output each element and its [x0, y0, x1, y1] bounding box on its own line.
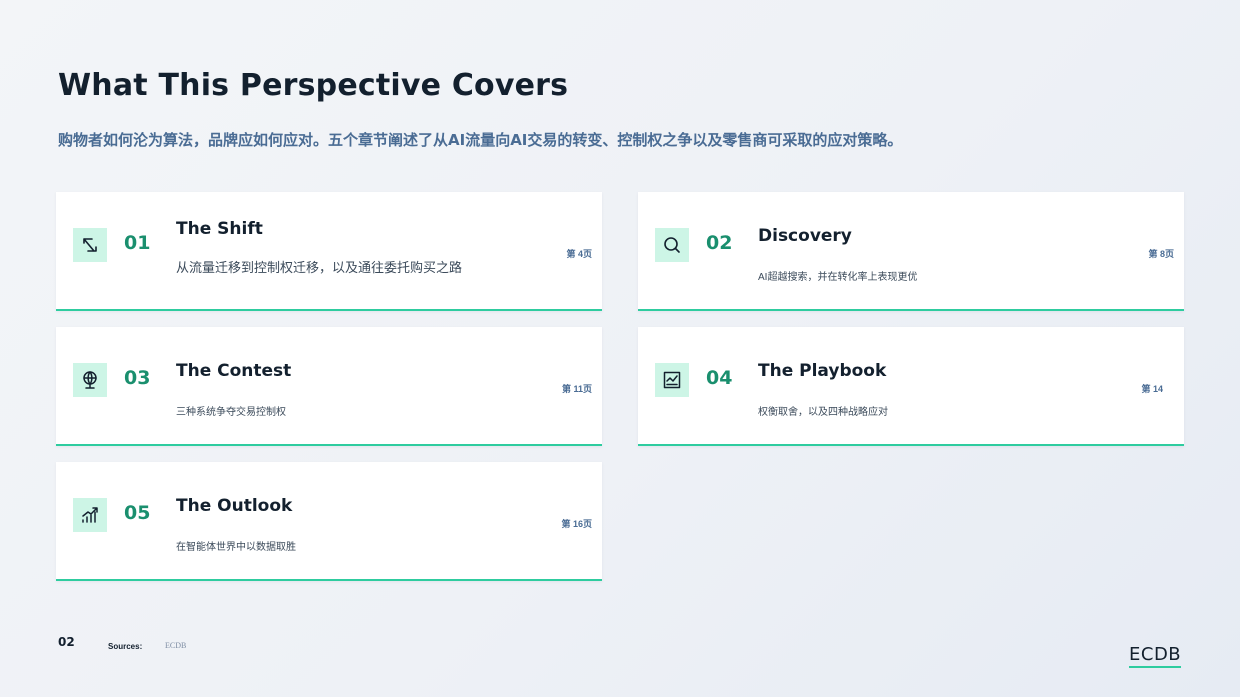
chart-icon [655, 363, 689, 397]
arrows-icon [73, 228, 107, 262]
section-number: 01 [124, 232, 151, 254]
search-icon [655, 228, 689, 262]
growth-icon [73, 498, 107, 532]
section-number: 03 [124, 367, 151, 389]
page-title: What This Perspective Covers [58, 68, 569, 103]
globe-icon [73, 363, 107, 397]
section-page-ref: 第 16页 [561, 519, 592, 529]
section-page-ref: 第 8页 [1148, 249, 1174, 259]
section-number: 04 [706, 367, 733, 389]
section-page-ref: 第 11页 [561, 384, 592, 394]
section-title: The Contest [176, 361, 292, 381]
section-title: The Playbook [758, 361, 887, 381]
ecdb-logo: ECDB [1129, 645, 1182, 668]
section-page-ref: 第 4页 [566, 249, 592, 259]
sources-value: ECDB [165, 641, 187, 650]
section-title: Discovery [758, 226, 852, 246]
section-number: 02 [706, 232, 733, 254]
section-description: 权衡取舍，以及四种战略应对 [758, 407, 888, 418]
section-card-05[interactable]: 05 The Outlook 在智能体世界中以数据取胜 第 16页 [56, 462, 602, 581]
section-description: 在智能体世界中以数据取胜 [176, 542, 296, 553]
section-card-02[interactable]: 02 Discovery AI超越搜索，并在转化率上表现更优 第 8页 [638, 192, 1184, 311]
page-number: 02 [58, 635, 75, 649]
section-title: The Shift [176, 219, 263, 239]
section-card-01[interactable]: 01 The Shift 从流量迁移到控制权迁移，以及通往委托购买之路 第 4页 [56, 192, 602, 311]
page-subtitle: 购物者如何沦为算法，品牌应如何应对。五个章节阐述了从AI流量向AI交易的转变、控… [58, 131, 903, 149]
section-card-03[interactable]: 03 The Contest 三种系统争夺交易控制权 第 11页 [56, 327, 602, 446]
section-title: The Outlook [176, 496, 293, 516]
section-description: 从流量迁移到控制权迁移，以及通往委托购买之路 [176, 260, 463, 275]
section-description: 三种系统争夺交易控制权 [176, 407, 286, 418]
section-number: 05 [124, 502, 151, 524]
section-description: AI超越搜索，并在转化率上表现更优 [758, 272, 918, 283]
section-card-04[interactable]: 04 The Playbook 权衡取舍，以及四种战略应对 第 14 [638, 327, 1184, 446]
section-page-ref: 第 14 [1141, 384, 1163, 394]
sources-label: Sources: [108, 642, 143, 651]
